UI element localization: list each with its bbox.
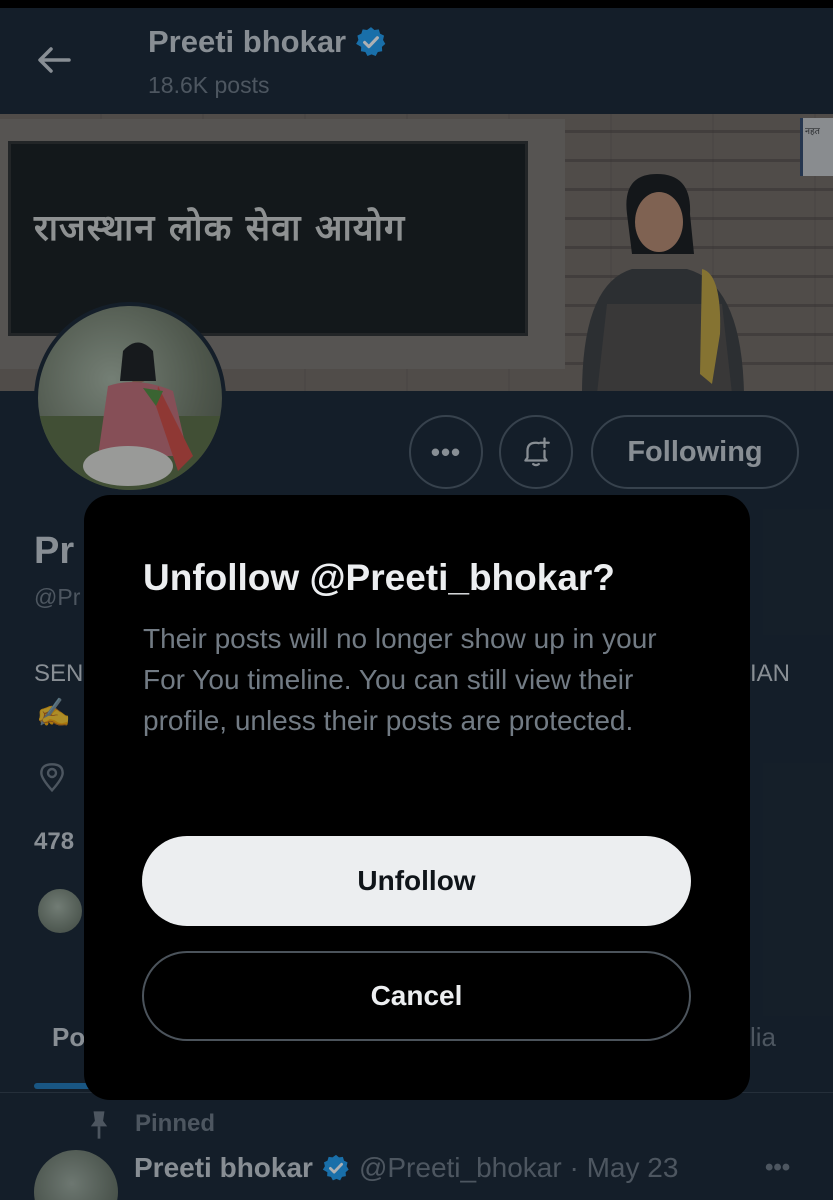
dialog-title: Unfollow @Preeti_bhokar? [143, 557, 615, 598]
unfollow-dialog: Unfollow @Preeti_bhokar? Their posts wil… [84, 495, 750, 1100]
unfollow-confirm-button[interactable]: Unfollow [142, 836, 691, 926]
status-bar-top [0, 0, 833, 8]
dialog-body: Their posts will no longer show up in yo… [143, 623, 657, 736]
cancel-button[interactable]: Cancel [142, 951, 691, 1041]
